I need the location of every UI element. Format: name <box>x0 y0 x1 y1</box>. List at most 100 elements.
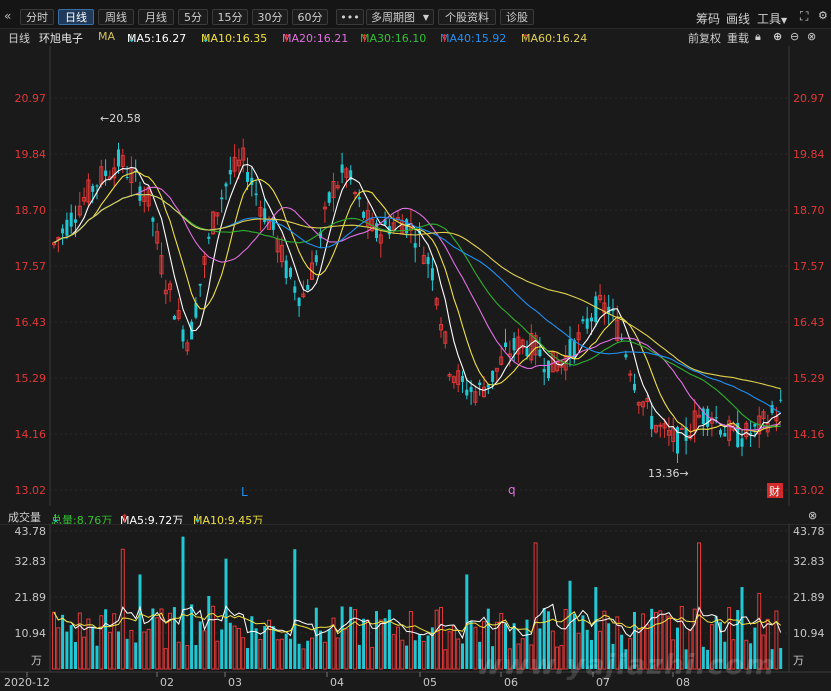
lock-icon[interactable]: 🔒︎ <box>755 30 761 44</box>
volume-bar-down <box>405 645 409 669</box>
candle-up <box>353 192 357 195</box>
multi-period-dropdown[interactable]: 多周期图 ▼ <box>366 9 434 25</box>
candle-down <box>568 339 572 357</box>
fq-button[interactable]: 前复权 <box>688 30 721 46</box>
price-tick-right: 20.97 <box>793 92 825 105</box>
volume-tick-left: 43.78 <box>15 525 47 538</box>
volume-bar-down <box>254 628 258 669</box>
candle-down <box>512 338 516 351</box>
candle-down <box>340 164 344 173</box>
volume-bar-down <box>104 609 108 669</box>
tab-30min[interactable]: 30分 <box>252 9 288 25</box>
tab-monthly[interactable]: 月线 <box>138 9 174 25</box>
volume-bar-down <box>461 643 464 669</box>
volume-bar-down <box>779 648 783 669</box>
volume-bar-down <box>340 606 344 669</box>
candle-down <box>740 438 744 447</box>
stock-info-button[interactable]: 个股资料 <box>438 9 496 25</box>
candle-down <box>719 430 722 435</box>
marker-L: L <box>241 485 248 499</box>
date-label: 03 <box>228 676 242 689</box>
candle-down <box>650 415 654 430</box>
volume-tick-right: 21.89 <box>793 591 825 604</box>
volume-bar-down <box>228 622 232 669</box>
volume-bar-down <box>426 635 430 669</box>
volume-tick-right: 10.94 <box>793 627 825 640</box>
candle-down <box>125 176 129 178</box>
date-label: 05 <box>423 676 437 689</box>
candle-down <box>207 236 211 239</box>
candle-down <box>542 368 546 373</box>
tools-menu[interactable]: 工具▼ <box>757 10 787 27</box>
volume-bar-down <box>91 626 95 669</box>
candle-down <box>620 338 624 340</box>
more-button[interactable]: ••• <box>336 9 364 25</box>
draw-line-button[interactable]: 画线 <box>726 10 750 27</box>
candle-down <box>525 348 529 357</box>
candle-down <box>547 360 550 379</box>
volume-bar-down <box>418 634 421 669</box>
volume-bar-down <box>134 642 138 669</box>
settings-icon[interactable]: ⚙ <box>818 9 828 22</box>
volume-bar-down <box>469 621 473 669</box>
price-tick-left: 18.70 <box>15 204 47 217</box>
candle-down <box>538 349 542 357</box>
candle-down <box>91 185 95 192</box>
volume-bar-down <box>250 616 254 669</box>
back-icon[interactable]: « <box>4 9 11 23</box>
candle-down <box>723 433 727 437</box>
tab-15min[interactable]: 15分 <box>212 9 248 25</box>
price-tick-left: 14.16 <box>15 428 47 441</box>
volume-legend: 成交量 总量:8.76万 ↓ MA5:9.72万 ↑ MA10:9.45万 ↓ ⊗ <box>0 506 831 527</box>
volume-bar-down <box>194 645 198 669</box>
volume-bar-down <box>375 611 378 669</box>
candle-down <box>585 318 589 329</box>
close-icon[interactable]: ⊗ <box>808 509 817 522</box>
zoom-out-icon[interactable]: ⊖ <box>790 30 799 43</box>
candle-down <box>293 286 297 293</box>
candle-down <box>181 329 185 342</box>
candle-down <box>779 399 783 401</box>
ma-label[interactable]: MA <box>98 30 115 43</box>
fullscreen-icon[interactable]: ⛶ <box>800 9 808 24</box>
price-tick-left: 15.29 <box>15 372 47 385</box>
kline-chart[interactable]: 20.97 20.97 19.84 19.84 18.70 18.70 17.57 17.57… <box>0 46 831 506</box>
candle-down <box>172 315 176 320</box>
candle-down <box>770 405 774 414</box>
candle-down <box>151 217 155 222</box>
volume-unit-left: 万 <box>31 654 42 667</box>
volume-bar-down <box>357 644 361 669</box>
candle-down <box>478 382 482 386</box>
chips-button[interactable]: 筹码 <box>696 10 720 27</box>
volume-bar-down <box>125 638 129 669</box>
price-tick-left: 16.43 <box>15 316 47 329</box>
volume-bar-down <box>284 633 288 669</box>
volume-bar-down <box>362 618 366 669</box>
candle-down <box>65 219 69 236</box>
tab-daily[interactable]: 日线 <box>58 9 94 25</box>
candle-down <box>327 192 331 203</box>
finance-badge-label: 财 <box>769 484 780 498</box>
tab-5min[interactable]: 5分 <box>178 9 208 25</box>
volume-bar-down <box>224 558 228 669</box>
volume-tick-left: 21.89 <box>15 591 47 604</box>
tab-weekly[interactable]: 周线 <box>98 9 134 25</box>
tab-intraday[interactable]: 分时 <box>20 9 54 25</box>
candle-down <box>624 354 628 358</box>
diagnose-button[interactable]: 诊股 <box>500 9 534 25</box>
tab-60min[interactable]: 60分 <box>292 9 328 25</box>
candle-down <box>362 211 366 218</box>
zoom-in-icon[interactable]: ⊕ <box>773 30 782 43</box>
volume-bar-down <box>271 626 275 669</box>
rebuild-button[interactable]: 重载 <box>727 30 749 46</box>
date-label: 04 <box>330 676 344 689</box>
candle-down <box>74 219 77 223</box>
candle-down <box>138 186 142 201</box>
price-tick-left: 13.02 <box>15 484 47 497</box>
candle-down <box>426 257 430 265</box>
volume-bar-down <box>95 645 99 669</box>
watermark: www.yajiazhi.com <box>476 648 776 681</box>
close-icon[interactable]: ⊗ <box>807 30 816 43</box>
volume-bar-down <box>74 642 77 669</box>
candle-down <box>246 171 249 182</box>
